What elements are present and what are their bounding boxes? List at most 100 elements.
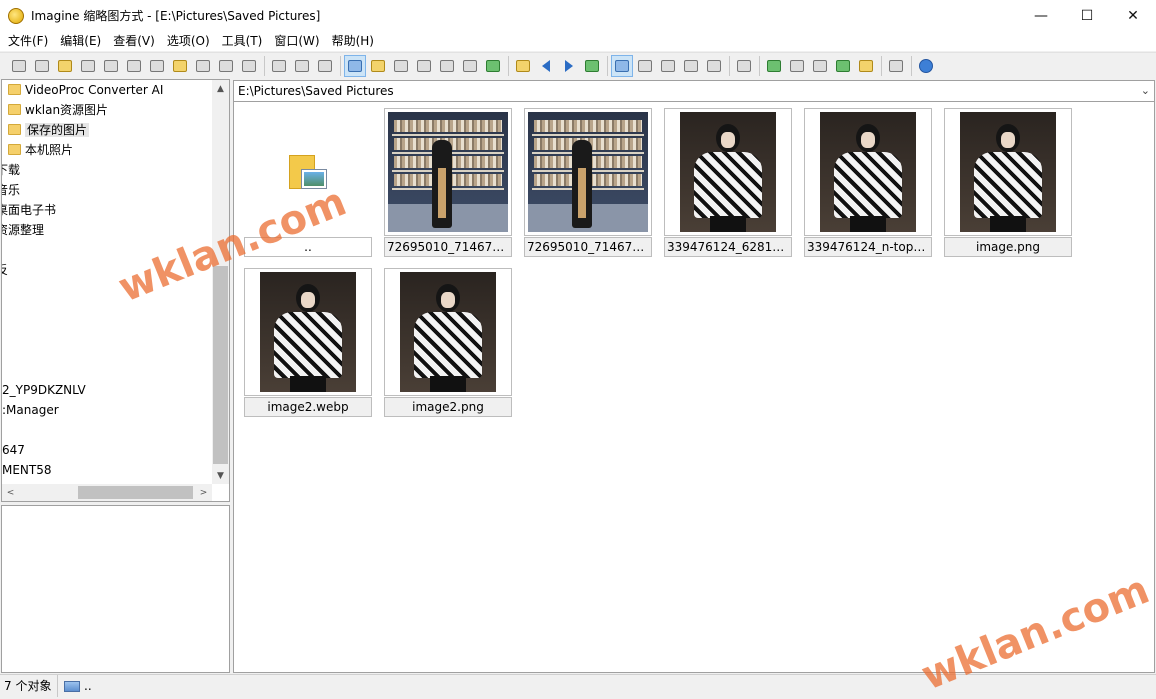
tree-item[interactable]: 资源整理: [2, 220, 44, 240]
folder-tree-icon[interactable]: [367, 55, 389, 77]
slideshow-icon[interactable]: [31, 55, 53, 77]
tree-item[interactable]: 2_YP9DKZNLV: [2, 380, 86, 400]
refresh-icon[interactable]: [581, 55, 603, 77]
panel-icon[interactable]: [459, 55, 481, 77]
properties-icon[interactable]: [238, 55, 260, 77]
tree-item[interactable]: :Manager: [2, 400, 59, 420]
scroll-right-icon[interactable]: >: [195, 484, 212, 501]
thumbnail-caption: ..: [244, 237, 372, 257]
tools-icon[interactable]: [733, 55, 755, 77]
help-icon[interactable]: [915, 55, 937, 77]
capture-icon[interactable]: [809, 55, 831, 77]
forward-icon[interactable]: [558, 55, 580, 77]
settings-icon[interactable]: [885, 55, 907, 77]
thumbnail-item[interactable]: image2.png: [384, 268, 512, 418]
thumbnail-view-icon[interactable]: [344, 54, 366, 77]
rename-icon[interactable]: [192, 55, 214, 77]
scroll-down-icon[interactable]: ▼: [212, 467, 229, 484]
new-folder-icon[interactable]: [169, 55, 191, 77]
film-icon[interactable]: [832, 55, 854, 77]
thumbnail-caption: 339476124_628121...: [664, 237, 792, 257]
details-mode-icon[interactable]: [703, 55, 725, 77]
menu-options[interactable]: 选项(O): [161, 31, 216, 51]
tree-item[interactable]: 下载: [2, 160, 20, 180]
thumbnail-image[interactable]: [244, 108, 372, 236]
preview-icon[interactable]: [390, 55, 412, 77]
thumbnail-image[interactable]: [244, 268, 372, 396]
horizontal-scroll-thumb[interactable]: [78, 486, 193, 499]
thumbnail-image[interactable]: [524, 108, 652, 236]
delete-icon[interactable]: [215, 55, 237, 77]
menu-help[interactable]: 帮助(H): [326, 31, 380, 51]
thumbnail-image[interactable]: [664, 108, 792, 236]
thumbnail-image[interactable]: [804, 108, 932, 236]
edit-icon[interactable]: [855, 55, 877, 77]
thumbnails-mode-icon[interactable]: [611, 54, 633, 77]
minimize-button[interactable]: —: [1018, 0, 1064, 31]
print-icon[interactable]: [100, 55, 122, 77]
tree-item[interactable]: 保存的图片: [8, 120, 90, 140]
info-icon[interactable]: [123, 55, 145, 77]
chevron-down-icon[interactable]: ⌄: [1141, 84, 1150, 97]
map-icon[interactable]: [482, 55, 504, 77]
copy-icon[interactable]: [291, 55, 313, 77]
tree-item[interactable]: 647: [2, 440, 25, 460]
image-info-icon[interactable]: [413, 55, 435, 77]
photo-portrait-image: [260, 272, 356, 392]
batch-convert-icon[interactable]: [763, 55, 785, 77]
folder-tree[interactable]: VideoProc Converter AI wklan资源图片 保存的图片 本…: [1, 79, 230, 502]
small-icons-mode-icon[interactable]: [657, 55, 679, 77]
toolbar: [0, 52, 1156, 78]
open-folder-icon[interactable]: [54, 55, 76, 77]
menu-file[interactable]: 文件(F): [2, 31, 54, 51]
tree-item[interactable]: wklan资源图片: [8, 100, 108, 120]
thumbnail-item[interactable]: 339476124_n-topaz...: [804, 108, 932, 258]
thumbnail-item[interactable]: 339476124_628121...: [664, 108, 792, 258]
paste-icon[interactable]: [314, 55, 336, 77]
menu-view[interactable]: 查看(V): [107, 31, 161, 51]
close-button[interactable]: ✕: [1110, 0, 1156, 31]
thumbnail-item[interactable]: ..: [244, 108, 372, 258]
thumbnail-grid[interactable]: .. 72695010_7146761... 72695010_7146761.: [233, 102, 1155, 673]
tree-item[interactable]: VideoProc Converter AI: [8, 80, 164, 100]
menu-window[interactable]: 窗口(W): [268, 31, 325, 51]
vertical-scroll-thumb[interactable]: [213, 266, 228, 464]
batch-rename-icon[interactable]: [786, 55, 808, 77]
preview-pane: [1, 505, 230, 673]
back-icon[interactable]: [535, 55, 557, 77]
thumbnail-item[interactable]: 72695010_7146761...: [384, 108, 512, 258]
tree-item-label: VideoProc Converter AI: [25, 83, 164, 97]
thumbnail-image[interactable]: [944, 108, 1072, 236]
save-icon[interactable]: [77, 55, 99, 77]
large-icons-mode-icon[interactable]: [634, 55, 656, 77]
thumbnail-image[interactable]: [384, 108, 512, 236]
vertical-scrollbar[interactable]: ▲ ▼: [212, 80, 229, 484]
scroll-left-icon[interactable]: <: [2, 484, 19, 501]
tree-item[interactable]: 音乐: [2, 180, 20, 200]
scroll-up-icon[interactable]: ▲: [212, 80, 229, 97]
thumbnail-item[interactable]: image2.webp: [244, 268, 372, 418]
object-count: 7 个对象: [0, 675, 58, 697]
thumbnail-image[interactable]: [384, 268, 512, 396]
thumbnail-item[interactable]: image.png: [944, 108, 1072, 258]
path-combobox[interactable]: E:\Pictures\Saved Pictures ⌄: [233, 80, 1155, 102]
toolbar-separator: [911, 55, 912, 76]
up-folder-icon[interactable]: [512, 55, 534, 77]
view-icon[interactable]: [8, 55, 30, 77]
menu-tools[interactable]: 工具(T): [216, 31, 269, 51]
tree-item[interactable]: MENT58: [2, 460, 52, 480]
photo-library-image: [388, 112, 508, 232]
maximize-button[interactable]: ☐: [1064, 0, 1110, 31]
photo-library-image: [528, 112, 648, 232]
cut-icon[interactable]: [268, 55, 290, 77]
grid-icon[interactable]: [436, 55, 458, 77]
horizontal-scrollbar[interactable]: < >: [2, 484, 212, 501]
toolbar-separator: [729, 55, 730, 76]
tree-item[interactable]: 桌面电子书: [2, 200, 56, 220]
menu-edit[interactable]: 编辑(E): [54, 31, 107, 51]
tree-item[interactable]: 本机照片: [8, 140, 73, 160]
tree-item[interactable]: 反: [2, 260, 8, 280]
thumbnail-item[interactable]: 72695010_7146761...: [524, 108, 652, 258]
camera-icon[interactable]: [146, 55, 168, 77]
list-mode-icon[interactable]: [680, 55, 702, 77]
